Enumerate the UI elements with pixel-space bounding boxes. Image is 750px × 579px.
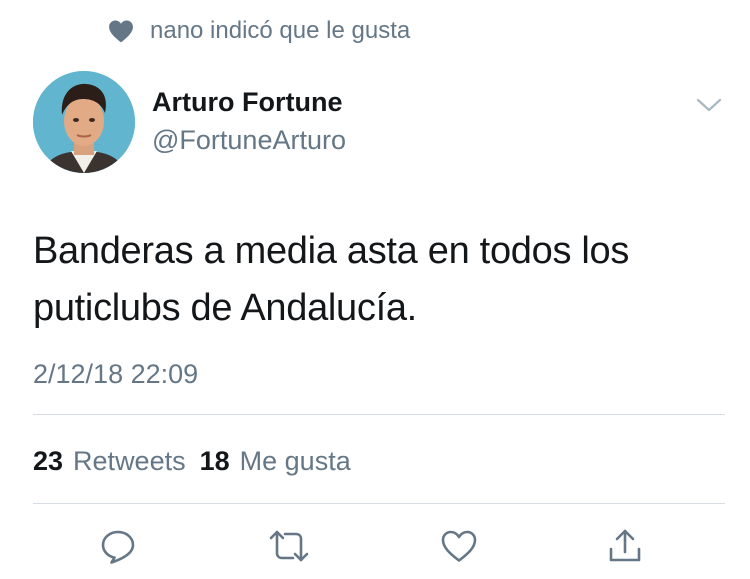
- share-icon: [606, 527, 644, 570]
- share-button[interactable]: [603, 526, 647, 570]
- reply-button[interactable]: [96, 526, 140, 570]
- like-button[interactable]: [437, 526, 481, 570]
- likes-label: Me gusta: [239, 446, 351, 476]
- likes-stat[interactable]: 18 Me gusta: [200, 443, 351, 479]
- social-context: nano indicó que le gusta: [108, 14, 410, 48]
- author-info: Arturo Fortune @FortuneArturo: [152, 84, 346, 158]
- social-context-text: nano indicó que le gusta: [150, 17, 411, 44]
- action-bar: [0, 526, 750, 570]
- author-name[interactable]: Arturo Fortune: [152, 84, 346, 120]
- heart-icon: [440, 529, 478, 568]
- author-handle[interactable]: @FortuneArturo: [152, 122, 346, 158]
- tweet-text: Banderas a media asta en todos los putic…: [33, 230, 630, 329]
- retweet-button[interactable]: [267, 526, 311, 570]
- retweet-icon: [268, 528, 310, 569]
- retweets-stat[interactable]: 23 Retweets: [33, 443, 186, 479]
- heart-icon: [108, 19, 134, 43]
- tweet-stats: 23 Retweets 18 Me gusta: [33, 443, 351, 479]
- retweets-count: 23: [33, 446, 64, 476]
- likes-count: 18: [199, 446, 230, 476]
- retweets-label: Retweets: [73, 446, 186, 476]
- tweet-timestamp[interactable]: 2/12/18 22:09: [33, 356, 198, 392]
- reply-icon: [99, 527, 137, 570]
- avatar[interactable]: [33, 71, 135, 173]
- divider: [33, 414, 725, 415]
- chevron-down-icon[interactable]: [694, 93, 724, 117]
- divider: [33, 503, 725, 504]
